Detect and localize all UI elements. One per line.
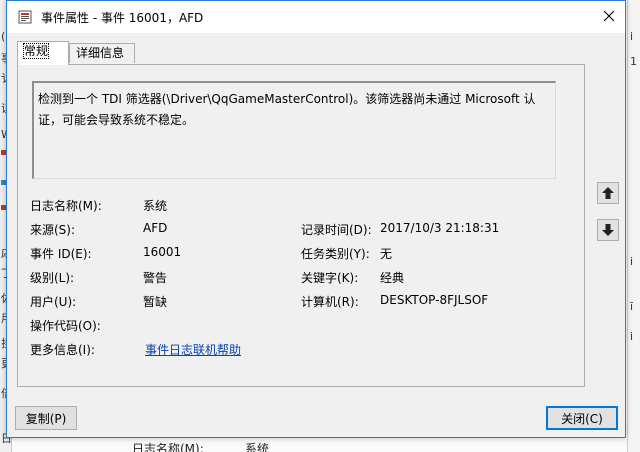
copy-button[interactable]: 复制(P) bbox=[15, 406, 77, 430]
background-glyph: i bbox=[630, 330, 634, 343]
source-value: AFD bbox=[143, 221, 168, 235]
tab-details[interactable]: 详细信息 bbox=[69, 43, 135, 63]
task-category-value: 无 bbox=[380, 247, 393, 261]
close-button-label: 关闭(C) bbox=[561, 411, 603, 426]
log-name-label: 日志名称(M): bbox=[30, 199, 102, 213]
background-app-right-strip: i 1 i ī i bbox=[627, 0, 640, 452]
general-tab-panel: 检测到一个 TDI 筛选器(\Driver\QqGameMasterContro… bbox=[17, 64, 585, 387]
close-button[interactable]: 关闭(C) bbox=[546, 406, 618, 430]
background-ghost-label: 日志名称(M): bbox=[132, 442, 204, 452]
level-label: 级别(L): bbox=[30, 271, 75, 285]
user-value: 暂缺 bbox=[143, 295, 168, 309]
next-event-button[interactable] bbox=[597, 219, 619, 241]
log-name-value: 系统 bbox=[143, 199, 168, 213]
description-line-2: 证，可能会导致系统不稳定。 bbox=[38, 113, 195, 127]
logged-label: 记录时间(D): bbox=[301, 223, 372, 237]
tab-general[interactable]: 常规 bbox=[17, 41, 69, 65]
window-title: 事件属性 - 事件 16001，AFD bbox=[41, 11, 204, 25]
arrow-down-icon bbox=[602, 224, 614, 236]
source-label: 来源(S): bbox=[30, 223, 76, 237]
keywords-value: 经典 bbox=[380, 271, 405, 285]
event-properties-dialog: 事件属性 - 事件 16001，AFD 常规 详细信息 检测到一个 TDI 筛选… bbox=[6, 0, 626, 438]
arrow-up-icon bbox=[602, 187, 614, 199]
title-bar[interactable]: 事件属性 - 事件 16001，AFD bbox=[7, 1, 625, 33]
keywords-label: 关键字(K): bbox=[301, 271, 359, 285]
copy-button-label: 复制(P) bbox=[25, 411, 67, 426]
level-value: 警告 bbox=[143, 271, 168, 285]
event-id-value: 16001 bbox=[143, 245, 182, 259]
event-id-label: 事件 ID(E): bbox=[30, 247, 92, 261]
background-glyph: ī bbox=[630, 300, 634, 313]
user-label: 用户(U): bbox=[30, 295, 77, 309]
background-glyph: i bbox=[630, 30, 634, 43]
computer-label: 计算机(R): bbox=[301, 295, 359, 309]
description-line-1: 检测到一个 TDI 筛选器(\Driver\QqGameMasterContro… bbox=[38, 92, 536, 106]
tab-details-label: 详细信息 bbox=[76, 46, 125, 60]
background-glyph: i bbox=[630, 255, 634, 268]
event-viewer-icon bbox=[18, 10, 32, 24]
close-icon bbox=[603, 10, 615, 22]
previous-event-button[interactable] bbox=[597, 182, 619, 204]
tab-general-label: 常规 bbox=[22, 43, 50, 59]
background-ghost-value: 系统 bbox=[245, 442, 270, 452]
event-description-box[interactable]: 检测到一个 TDI 筛选器(\Driver\QqGameMasterContro… bbox=[32, 81, 556, 179]
logged-value: 2017/10/3 21:18:31 bbox=[380, 221, 500, 235]
opcode-label: 操作代码(O): bbox=[30, 319, 101, 333]
more-info-label: 更多信息(I): bbox=[30, 343, 95, 357]
background-glyph: 1 bbox=[630, 55, 637, 68]
task-category-label: 任务类别(Y): bbox=[301, 247, 370, 261]
online-help-link[interactable]: 事件日志联机帮助 bbox=[145, 341, 241, 358]
window-close-button[interactable] bbox=[593, 2, 625, 30]
computer-value: DESKTOP-8FJLSOF bbox=[380, 293, 489, 307]
